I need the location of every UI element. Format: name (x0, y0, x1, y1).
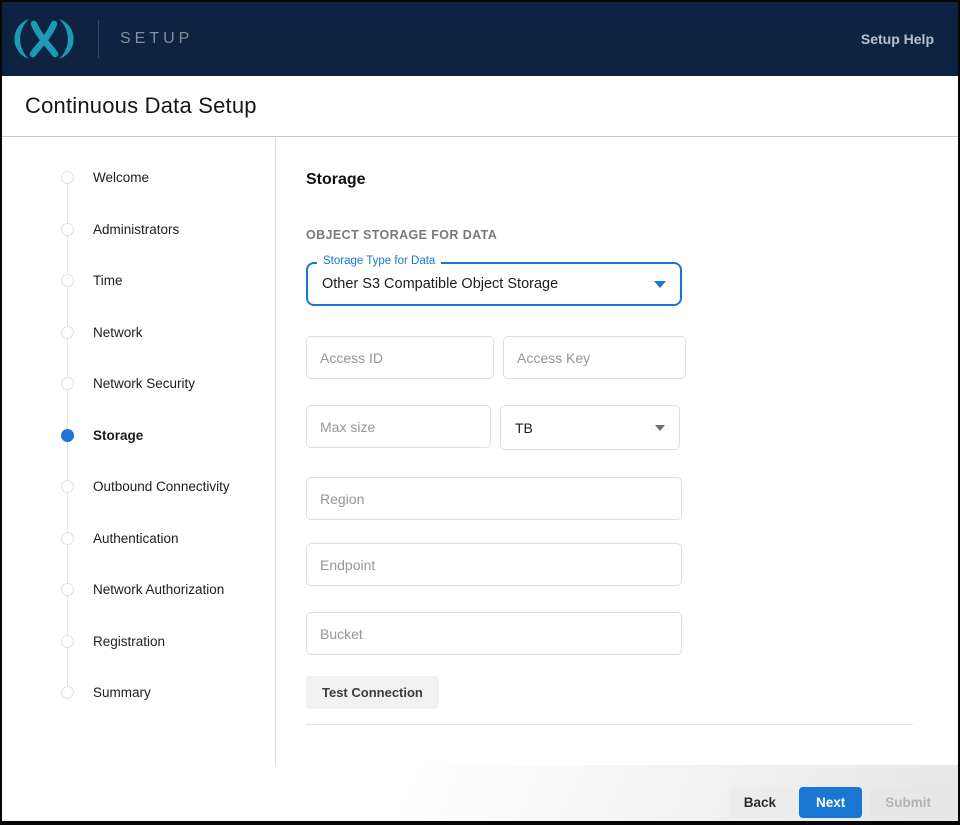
step-label: Authentication (93, 531, 179, 546)
step-label: Welcome (93, 170, 149, 185)
next-button[interactable]: Next (799, 787, 862, 818)
back-button[interactable]: Back (729, 787, 791, 818)
step-label: Administrators (93, 222, 179, 237)
access-id-input[interactable] (306, 336, 494, 379)
app-window: SETUP Setup Help Continuous Data Setup W… (0, 0, 960, 825)
page-title: Continuous Data Setup (25, 93, 257, 119)
header-divider (98, 20, 99, 58)
bucket-input[interactable] (306, 612, 682, 655)
stepper-item-administrators[interactable]: Administrators (61, 204, 275, 256)
title-bar: Continuous Data Setup (2, 76, 958, 137)
stepper: Welcome Administrators Time Network Netw… (61, 152, 275, 719)
storage-type-select-label: Storage Type for Data (317, 255, 441, 267)
stepper-item-network-authorization[interactable]: Network Authorization (61, 564, 275, 616)
setup-stepper-sidebar: Welcome Administrators Time Network Netw… (2, 137, 276, 765)
stepper-item-network-security[interactable]: Network Security (61, 358, 275, 410)
step-label: Storage (93, 428, 143, 443)
wizard-footer: Back Next Submit (2, 765, 958, 821)
step-label: Network Security (93, 376, 195, 391)
submit-button[interactable]: Submit (870, 787, 946, 818)
step-label: Outbound Connectivity (93, 479, 230, 494)
endpoint-input[interactable] (306, 543, 682, 586)
stepper-item-network[interactable]: Network (61, 307, 275, 359)
step-circle-icon (61, 223, 74, 236)
chevron-down-icon (655, 425, 665, 431)
stepper-item-welcome[interactable]: Welcome (61, 152, 275, 204)
step-label: Network Authorization (93, 582, 224, 597)
storage-form: Storage OBJECT STORAGE FOR DATA Storage … (276, 137, 958, 765)
delphix-logo-icon (12, 18, 76, 60)
chevron-down-icon (654, 281, 666, 288)
storage-type-select[interactable]: Storage Type for Data Other S3 Compatibl… (306, 262, 682, 306)
stepper-item-time[interactable]: Time (61, 255, 275, 307)
stepper-item-storage[interactable]: Storage (61, 410, 275, 462)
stepper-item-registration[interactable]: Registration (61, 616, 275, 668)
app-header: SETUP Setup Help (2, 2, 958, 76)
region-input[interactable] (306, 477, 682, 520)
step-circle-icon (61, 583, 74, 596)
step-circle-icon (61, 377, 74, 390)
step-circle-icon (61, 532, 74, 545)
size-unit-select-value: TB (515, 420, 533, 436)
test-connection-button[interactable]: Test Connection (306, 676, 439, 709)
section-label: OBJECT STORAGE FOR DATA (306, 228, 958, 242)
storage-type-select-value: Other S3 Compatible Object Storage (322, 276, 558, 292)
content-heading: Storage (306, 171, 958, 189)
access-key-input[interactable] (503, 336, 686, 379)
step-circle-icon (61, 274, 74, 287)
step-label: Summary (93, 685, 151, 700)
step-circle-icon (61, 480, 74, 493)
step-circle-icon (61, 326, 74, 339)
step-circle-icon (61, 635, 74, 648)
product-name: SETUP (120, 30, 193, 48)
step-label: Network (93, 325, 143, 340)
step-label: Registration (93, 634, 165, 649)
max-size-input[interactable] (306, 405, 491, 448)
main-area: Welcome Administrators Time Network Netw… (2, 137, 958, 765)
content-divider (306, 724, 913, 725)
step-circle-icon (61, 686, 74, 699)
stepper-item-summary[interactable]: Summary (61, 667, 275, 719)
stepper-item-outbound-connectivity[interactable]: Outbound Connectivity (61, 461, 275, 513)
setup-help-link[interactable]: Setup Help (861, 31, 934, 47)
size-unit-select[interactable]: TB (500, 405, 680, 450)
step-circle-icon (61, 171, 74, 184)
step-label: Time (93, 273, 123, 288)
step-circle-active-icon (61, 429, 74, 442)
stepper-item-authentication[interactable]: Authentication (61, 513, 275, 565)
